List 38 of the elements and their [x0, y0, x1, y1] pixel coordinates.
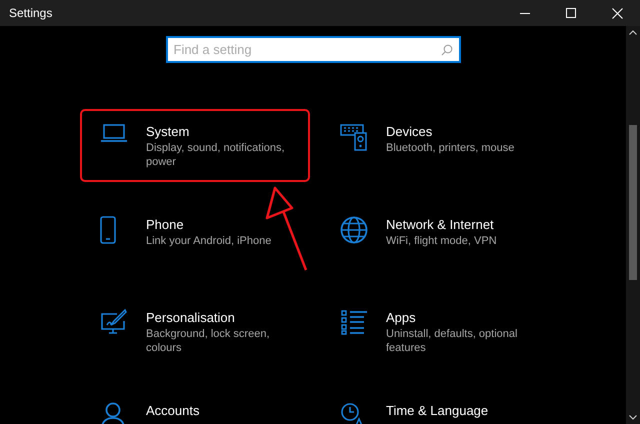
window-title: Settings	[8, 5, 54, 22]
settings-tile[interactable]: Personalisation Background, lock screen, colours	[80, 295, 310, 368]
person-icon	[100, 402, 126, 424]
tile-description: Bluetooth, printers, mouse	[386, 141, 516, 155]
settings-tile[interactable]: Accounts	[80, 388, 310, 424]
tile-description: WiFi, flight mode, VPN	[386, 234, 498, 248]
tile-title: Devices	[386, 123, 434, 140]
settings-tile[interactable]: Time & Language	[320, 388, 550, 424]
tile-description: Display, sound, notifications, power	[146, 141, 286, 169]
tile-description: Link your Android, iPhone	[146, 234, 272, 248]
settings-tile[interactable]: Phone Link your Android, iPhone	[80, 202, 310, 275]
scroll-down-icon[interactable]	[629, 415, 637, 420]
tile-title: Phone	[146, 216, 185, 233]
globe-icon	[340, 216, 368, 244]
search-icon	[440, 44, 452, 56]
close-icon	[612, 8, 622, 18]
settings-tile[interactable]: Devices Bluetooth, printers, mouse	[320, 109, 550, 182]
tile-title: Accounts	[146, 402, 200, 419]
tile-title: Personalisation	[146, 309, 236, 326]
tile-title: Time & Language	[386, 402, 488, 419]
scroll-up-icon[interactable]	[629, 30, 637, 35]
list-icon	[340, 309, 368, 335]
minimize-icon	[520, 12, 530, 14]
tile-title: Network & Internet	[386, 216, 495, 233]
laptop-icon	[100, 123, 128, 143]
search-field[interactable]: Find a setting	[166, 36, 460, 63]
settings-tile[interactable]: Apps Uninstall, defaults, optional features	[320, 295, 550, 368]
tile-title: Apps	[386, 309, 417, 326]
settings-tile[interactable]: Network & Internet WiFi, flight mode, VPN	[320, 202, 550, 275]
phone-icon	[100, 216, 116, 244]
scrollbar-thumb[interactable]	[629, 125, 637, 280]
scrollbar[interactable]	[626, 26, 640, 424]
tile-description: Background, lock screen, colours	[146, 327, 271, 355]
tile-title: System	[146, 123, 190, 140]
maximize-icon	[566, 8, 576, 18]
monitor-brush-icon	[100, 309, 128, 335]
keyboard-speaker-icon	[340, 123, 368, 151]
tile-description: Uninstall, defaults, optional features	[386, 327, 518, 355]
